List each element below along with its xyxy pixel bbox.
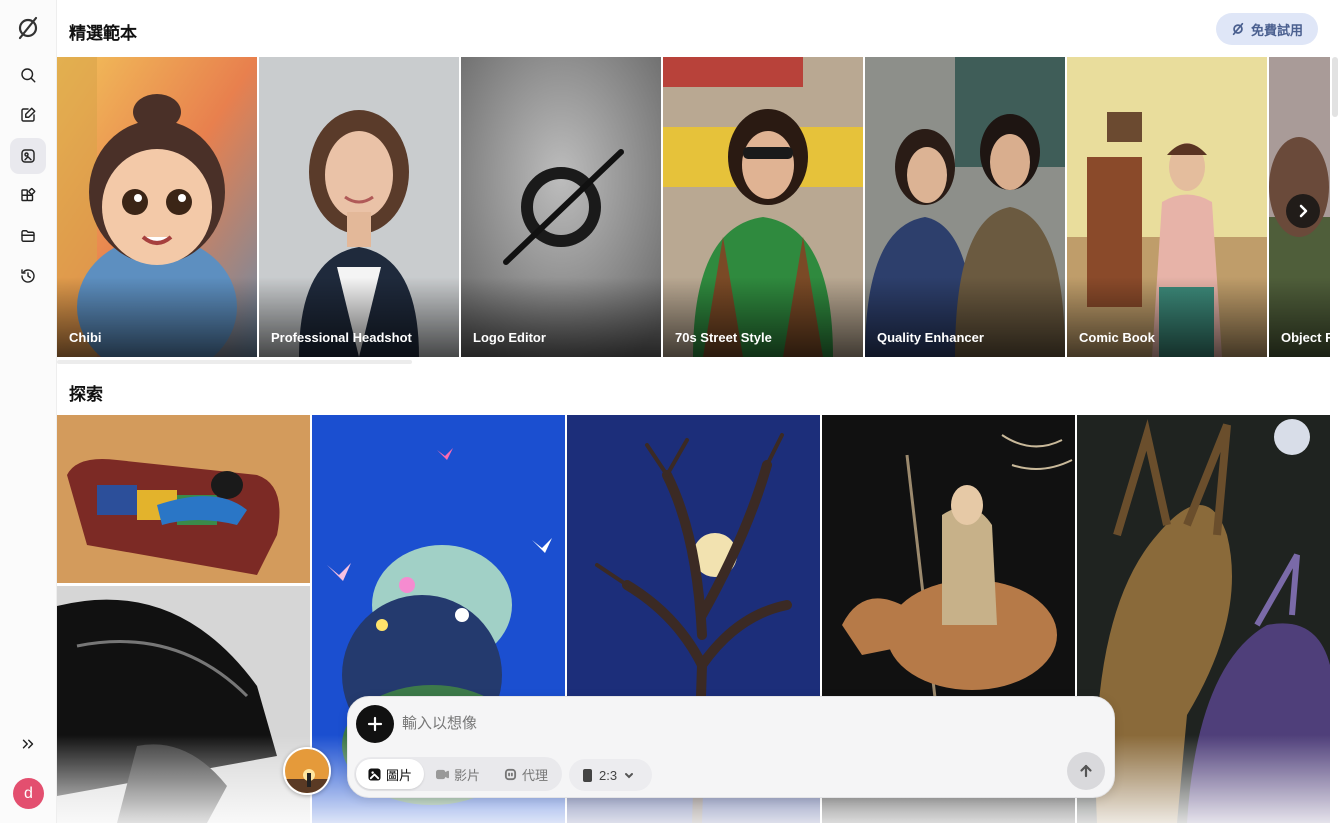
chevron-down-icon xyxy=(625,773,634,779)
sidebar-item-search[interactable] xyxy=(10,57,46,93)
carousel-scrollbar[interactable] xyxy=(57,360,412,364)
history-icon xyxy=(21,269,35,283)
mode-agent-tab[interactable]: 代理 xyxy=(492,759,560,789)
mode-label: 影片 xyxy=(454,767,481,783)
prompt-composer: 圖片 影片 代理 2:3 xyxy=(347,696,1115,798)
aspect-ratio-value: 2:3 xyxy=(599,767,618,783)
plus-icon xyxy=(367,716,383,732)
template-card-label: Object Removal xyxy=(1281,330,1330,345)
user-avatar[interactable]: d xyxy=(13,778,44,809)
mode-selector: 圖片 影片 代理 xyxy=(354,757,563,791)
aspect-ratio-dropdown[interactable]: 2:3 xyxy=(569,759,652,791)
template-card-comic-book[interactable]: Comic Book xyxy=(1067,57,1267,357)
explore-image[interactable] xyxy=(57,415,310,583)
explore-section-title: 探索 xyxy=(69,385,103,404)
template-card-label: Logo Editor xyxy=(473,330,546,345)
sidebar: d xyxy=(0,0,57,823)
folder-icon xyxy=(21,230,35,242)
mode-label: 圖片 xyxy=(386,767,413,783)
reference-image-thumbnail[interactable] xyxy=(283,747,331,795)
double-chevron-right-icon xyxy=(22,739,34,749)
sidebar-item-history[interactable] xyxy=(10,258,46,294)
add-attachment-button[interactable] xyxy=(356,705,394,743)
template-card-chibi[interactable]: Chibi xyxy=(57,57,257,357)
user-initial: d xyxy=(24,784,33,802)
template-card-label: Quality Enhancer xyxy=(877,330,984,345)
slashed-circle-logo-icon[interactable] xyxy=(14,14,42,42)
arrow-up-icon xyxy=(1080,764,1092,778)
mode-image-tab[interactable]: 圖片 xyxy=(356,759,425,789)
prompt-input[interactable] xyxy=(402,709,1002,737)
edit-icon xyxy=(21,107,36,122)
portrait-ratio-icon xyxy=(583,768,592,782)
template-card-quality-enhancer[interactable]: Quality Enhancer xyxy=(865,57,1065,357)
sidebar-item-templates[interactable] xyxy=(10,138,46,174)
agent-icon xyxy=(504,768,517,780)
video-icon xyxy=(436,769,450,779)
mode-label: 代理 xyxy=(522,767,549,783)
slashed-circle-icon xyxy=(1232,22,1244,36)
sidebar-item-edit[interactable] xyxy=(10,97,46,133)
template-card-professional-headshot[interactable]: Professional Headshot xyxy=(259,57,459,357)
submit-button[interactable] xyxy=(1067,752,1105,790)
sidebar-item-apps[interactable] xyxy=(10,178,46,214)
sidebar-item-folder[interactable] xyxy=(10,218,46,254)
template-card-logo-editor[interactable]: Logo Editor xyxy=(461,57,661,357)
free-trial-label: 免費試用 xyxy=(1250,22,1303,38)
free-trial-button[interactable]: 免費試用 xyxy=(1216,13,1318,45)
sidebar-expand-button[interactable] xyxy=(10,726,46,762)
search-icon xyxy=(21,68,36,83)
template-card-70s-street-style[interactable]: 70s Street Style xyxy=(663,57,863,357)
apps-icon xyxy=(21,187,36,202)
carousel-next-button[interactable] xyxy=(1286,194,1320,228)
template-card-label: Chibi xyxy=(69,330,102,345)
featured-section-title: 精選範本 xyxy=(69,24,137,43)
templates-icon xyxy=(21,149,35,163)
featured-template-carousel: Chibi Professional Headshot Logo Editor xyxy=(57,57,1330,357)
chevron-right-icon xyxy=(1299,204,1308,218)
explore-image[interactable] xyxy=(57,586,310,823)
template-card-label: Comic Book xyxy=(1079,330,1155,345)
page-scrollbar[interactable] xyxy=(1332,57,1338,117)
template-card-label: 70s Street Style xyxy=(675,330,772,345)
mode-video-tab[interactable]: 影片 xyxy=(424,759,492,789)
template-card-label: Professional Headshot xyxy=(271,330,412,345)
image-icon xyxy=(368,767,381,781)
